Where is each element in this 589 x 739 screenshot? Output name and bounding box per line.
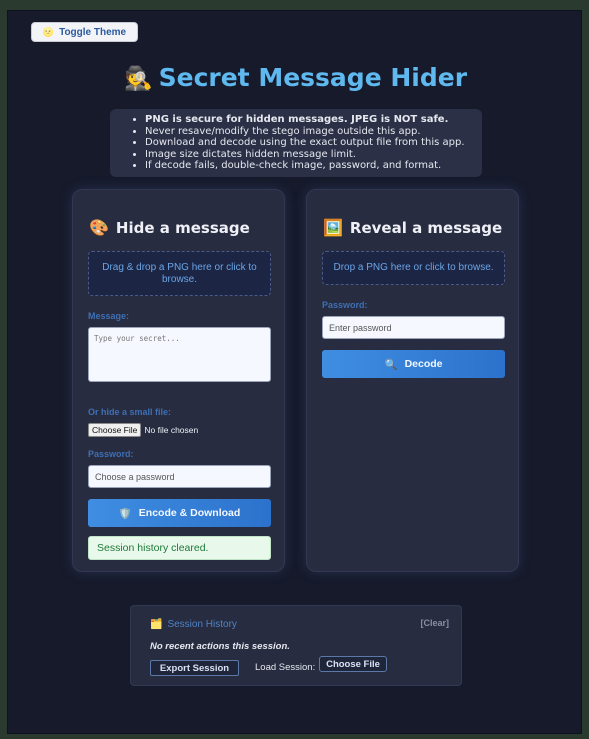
status-message: Session history cleared.	[88, 536, 271, 560]
message-label: Message:	[88, 311, 130, 321]
picture-icon: 🖼️	[323, 218, 343, 237]
session-history-label: Session History	[167, 619, 237, 630]
magnifier-icon: 🔍	[384, 358, 398, 371]
load-session-choose-file-button[interactable]: Choose File	[319, 656, 387, 672]
moon-icon: 🌝	[42, 26, 55, 37]
toggle-theme-label: Toggle Theme	[59, 26, 127, 38]
reveal-password-input[interactable]: Enter password	[322, 316, 505, 339]
reveal-password-label: Password:	[322, 300, 368, 310]
clear-history-button[interactable]: [Clear]	[420, 618, 449, 628]
hide-card-heading: 🎨 Hide a message	[89, 218, 250, 237]
hide-file-label: Or hide a small file:	[88, 407, 172, 417]
palette-icon: 🎨	[89, 218, 109, 237]
tip-item: Download and decode using the exact outp…	[145, 137, 482, 149]
history-empty-text: No recent actions this session.	[150, 641, 290, 652]
decode-button[interactable]: 🔍 Decode	[322, 350, 505, 378]
session-history-title: 🗂️ Session History	[150, 619, 237, 630]
toggle-theme-button[interactable]: 🌝 Toggle Theme	[31, 22, 138, 42]
hide-dropzone[interactable]: Drag & drop a PNG here or click to brows…	[88, 251, 271, 296]
decode-label: Decode	[404, 358, 443, 370]
folder-icon: 🗂️	[150, 619, 163, 630]
hide-password-input[interactable]: Choose a password	[88, 465, 271, 488]
reveal-message-card: 🖼️ Reveal a message Drop a PNG here or c…	[306, 189, 519, 572]
page-title: 🕵️ Secret Message Hider	[8, 63, 583, 92]
load-session-label: Load Session:	[255, 662, 316, 673]
hide-message-card: 🎨 Hide a message Drag & drop a PNG here …	[72, 189, 285, 572]
page-title-text: Secret Message Hider	[158, 63, 468, 92]
encode-download-label: Encode & Download	[138, 507, 241, 519]
tip-item: Image size dictates hidden message limit…	[145, 149, 482, 161]
hide-card-title: Hide a message	[115, 218, 250, 237]
message-textarea[interactable]: Type your secret...	[88, 327, 271, 382]
session-history-panel: 🗂️ Session History [Clear] No recent act…	[130, 605, 462, 686]
shield-icon: 🛡️	[118, 507, 132, 520]
app-page: 🌝 Toggle Theme 🕵️Secret Message Hider PN…	[7, 10, 582, 734]
choose-file-button[interactable]: Choose File	[88, 423, 142, 437]
hide-file-row: Choose File No file chosen	[88, 423, 198, 437]
reveal-dropzone[interactable]: Drop a PNG here or click to browse.	[322, 251, 505, 285]
tip-item: PNG is secure for hidden messages. JPEG …	[145, 114, 482, 126]
tips-list: PNG is secure for hidden messages. JPEG …	[110, 109, 482, 177]
tip-item: If decode fails, double-check image, pas…	[145, 160, 482, 172]
reveal-card-title: Reveal a message	[349, 218, 503, 237]
encode-download-button[interactable]: 🛡️ Encode & Download	[88, 499, 271, 527]
no-file-text: No file chosen	[144, 425, 199, 435]
hide-password-label: Password:	[88, 449, 134, 459]
tip-item: Never resave/modify the stego image outs…	[145, 126, 482, 138]
detective-icon: 🕵️	[123, 66, 153, 92]
reveal-card-heading: 🖼️ Reveal a message	[323, 218, 502, 237]
export-session-button[interactable]: Export Session	[150, 660, 239, 676]
